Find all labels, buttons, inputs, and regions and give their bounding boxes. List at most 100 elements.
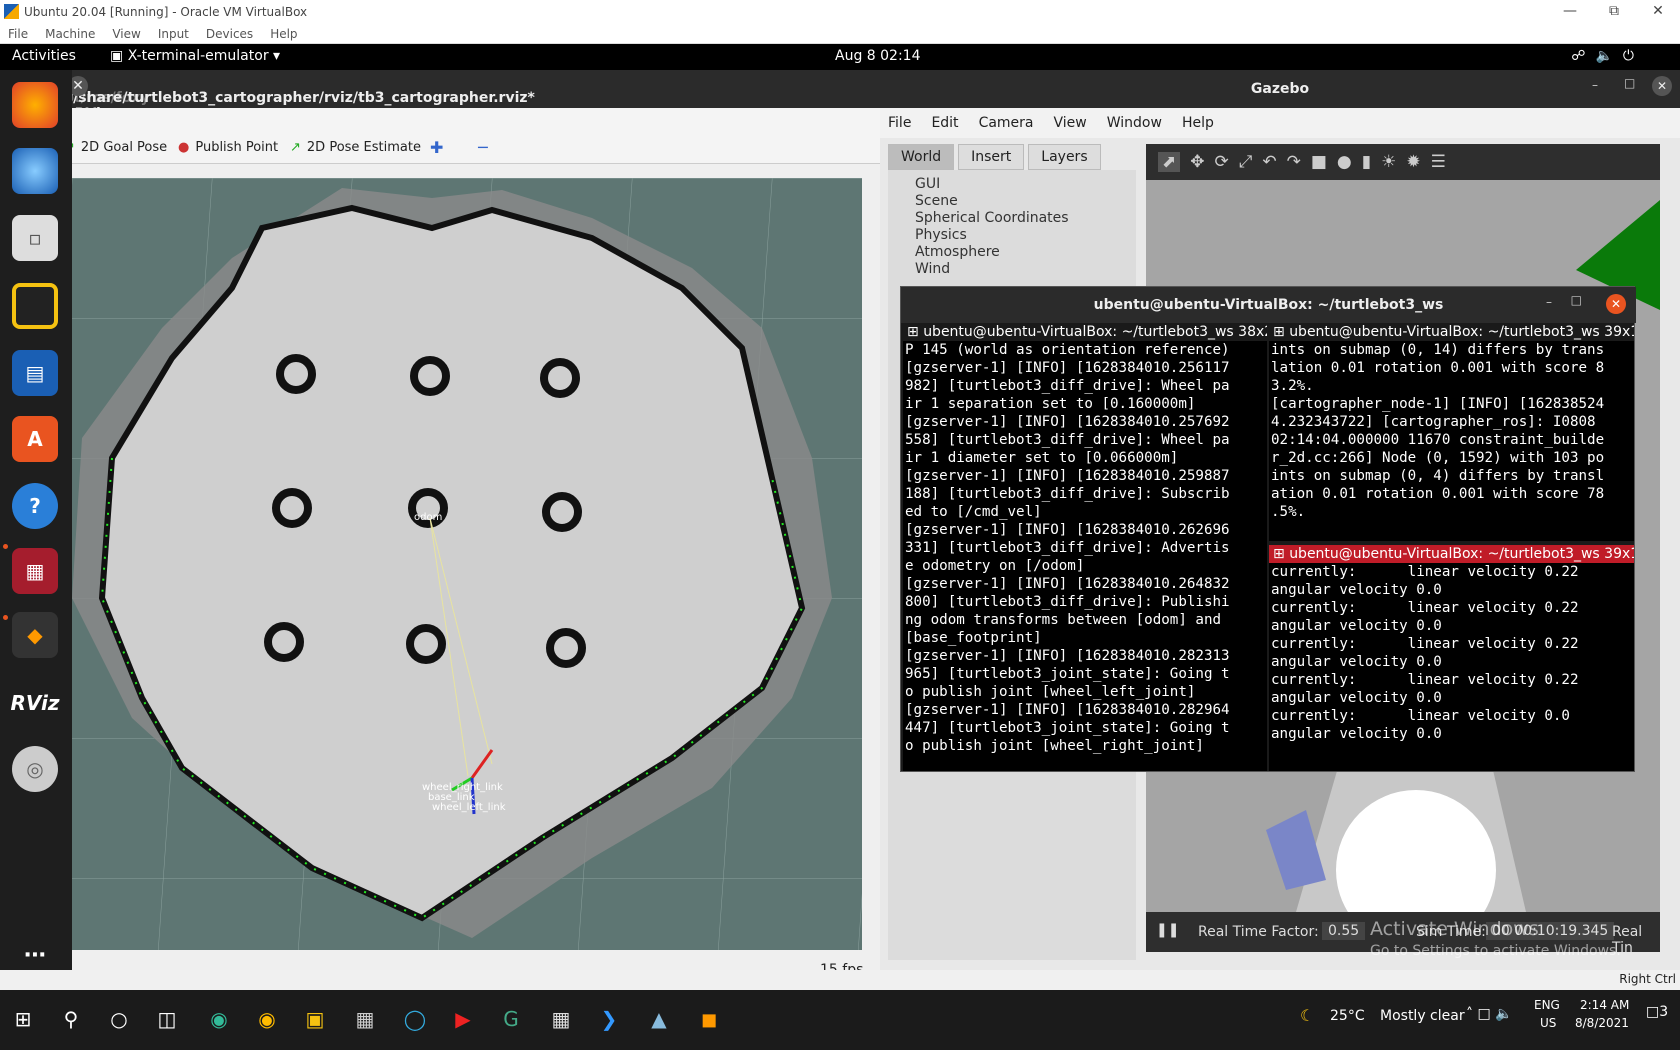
- gz-menu-window[interactable]: Window: [1107, 115, 1162, 131]
- vb-menu-devices[interactable]: Devices: [206, 27, 253, 41]
- clock[interactable]: Aug 8 02:14: [835, 48, 921, 64]
- app-menu[interactable]: ▣ X-terminal-emulator ▾: [110, 48, 280, 64]
- edge-icon[interactable]: ◉: [204, 1004, 234, 1034]
- tab-world[interactable]: World: [888, 144, 955, 170]
- weather-desc[interactable]: Mostly clear: [1380, 1008, 1465, 1024]
- system-tray[interactable]: ☍🔈⏻: [1571, 48, 1644, 64]
- notifications-button[interactable]: □3: [1646, 1004, 1668, 1020]
- pose-estimate-tool[interactable]: ↗ 2D Pose Estimate: [290, 140, 421, 155]
- close-icon[interactable]: ✕: [1636, 0, 1680, 24]
- terminal-maximize-icon[interactable]: □: [1571, 293, 1582, 307]
- translate-tool-icon[interactable]: ✥: [1190, 152, 1204, 172]
- spot-light-icon[interactable]: ☰: [1431, 152, 1446, 172]
- rviz-maximize-icon[interactable]: □: [68, 77, 842, 93]
- disc-icon[interactable]: ◎: [12, 746, 58, 792]
- gazebo-maximize-icon[interactable]: □: [1624, 76, 1635, 90]
- terminal-close-icon[interactable]: ✕: [1606, 294, 1626, 314]
- restore-icon[interactable]: ⧉: [1592, 0, 1636, 24]
- weather-temp[interactable]: 25°C: [1330, 1008, 1365, 1024]
- vb-menu-file[interactable]: File: [8, 27, 28, 41]
- watermark-subtitle: Go to Settings to activate Windows.: [1370, 943, 1621, 959]
- point-light-icon[interactable]: ✹: [1406, 152, 1420, 172]
- gz-menu-edit[interactable]: Edit: [931, 115, 958, 131]
- cylinder-shape-icon[interactable]: ▮: [1362, 152, 1371, 172]
- minimize-icon[interactable]: —: [1548, 0, 1592, 24]
- world-item-gui[interactable]: GUI: [888, 176, 1136, 193]
- box-shape-icon[interactable]: ■: [1311, 152, 1327, 172]
- alexa-icon[interactable]: ◯: [400, 1004, 430, 1034]
- rotate-tool-icon[interactable]: ⟳: [1215, 152, 1229, 172]
- world-item-spherical[interactable]: Spherical Coordinates: [888, 210, 1136, 227]
- vb-menu-machine[interactable]: Machine: [45, 27, 95, 41]
- add-tool-button[interactable]: ✚: [430, 138, 443, 157]
- thunderbird-icon[interactable]: [12, 148, 58, 194]
- store-icon[interactable]: ▦: [350, 1004, 380, 1034]
- terminal-line: currently: linear velocity 0.0: [1271, 708, 1570, 724]
- search-icon[interactable]: ⚲: [56, 1004, 86, 1034]
- writer-icon[interactable]: ▤: [12, 350, 58, 396]
- gazebo-tabs: World Insert Layers: [888, 144, 1101, 170]
- tray-icons[interactable]: ˄ □ 🔈: [1466, 1006, 1513, 1022]
- rtf-value: 0.55: [1322, 922, 1366, 940]
- google-icon[interactable]: G: [496, 1004, 526, 1034]
- tab-layers[interactable]: Layers: [1028, 144, 1101, 170]
- powershell-icon[interactable]: ❯: [594, 1004, 624, 1034]
- world-item-wind[interactable]: Wind: [888, 261, 1136, 278]
- firefox-icon[interactable]: [12, 82, 58, 128]
- taskbar-time[interactable]: 2:14 AM: [1580, 998, 1629, 1012]
- vb-menu-input[interactable]: Input: [158, 27, 189, 41]
- gz-menu-file[interactable]: File: [888, 115, 911, 131]
- virtualbox-taskbar-icon[interactable]: ▲: [644, 1004, 674, 1034]
- rviz-icon[interactable]: RViz: [10, 680, 59, 726]
- terminal-line: ir 1 separation set to [0.160000m]: [905, 396, 1196, 412]
- sphere-shape-icon[interactable]: ●: [1337, 152, 1352, 172]
- gazebo-icon[interactable]: ◆: [12, 612, 58, 658]
- cortana-icon[interactable]: ○: [104, 1004, 134, 1034]
- pause-icon[interactable]: ❚❚: [1156, 922, 1179, 938]
- scale-tool-icon[interactable]: ⤢: [1239, 152, 1253, 172]
- remove-tool-button[interactable]: ─: [478, 138, 488, 157]
- top-right-terminal-pane[interactable]: ints on submap (0, 14) differs by trans l…: [1269, 341, 1634, 541]
- terminal-minimize-icon[interactable]: –: [1546, 295, 1552, 309]
- undo-icon[interactable]: ↶: [1262, 152, 1276, 172]
- vb-menu-help[interactable]: Help: [270, 27, 297, 41]
- windows-start-icon[interactable]: ⊞: [8, 1004, 38, 1034]
- bottom-right-terminal-pane[interactable]: currently: linear velocity 0.22 angular v…: [1269, 563, 1634, 771]
- virtualbox-vm-icon[interactable]: ◼: [694, 1004, 724, 1034]
- language-code[interactable]: ENG: [1534, 998, 1560, 1012]
- left-terminal-pane[interactable]: P 145 (world as orientation reference) [g…: [903, 341, 1267, 771]
- region-code[interactable]: US: [1540, 1016, 1556, 1030]
- help-icon[interactable]: ?: [12, 483, 58, 529]
- file-explorer-icon[interactable]: ▣: [300, 1004, 330, 1034]
- gz-menu-help[interactable]: Help: [1182, 115, 1214, 131]
- gazebo-close-icon[interactable]: ✕: [1652, 76, 1672, 96]
- publish-point-tool[interactable]: ● Publish Point: [178, 140, 278, 155]
- world-item-physics[interactable]: Physics: [888, 227, 1136, 244]
- taskbar-date[interactable]: 8/8/2021: [1575, 1016, 1629, 1030]
- redo-icon[interactable]: ↷: [1287, 152, 1301, 172]
- software-icon[interactable]: A: [12, 416, 58, 462]
- goal-pose-tool[interactable]: ↗2D Goal Pose: [64, 140, 167, 155]
- terminal-line: [cartographer_node-1] [INFO] [162838524: [1271, 396, 1605, 412]
- activities-button[interactable]: Activities: [12, 48, 76, 64]
- rhythmbox-icon[interactable]: [12, 283, 58, 329]
- select-tool-icon[interactable]: ⬈: [1158, 152, 1181, 172]
- world-item-scene[interactable]: Scene: [888, 193, 1136, 210]
- terminator-icon[interactable]: ▦: [12, 548, 58, 594]
- files-icon[interactable]: ▫: [12, 215, 58, 261]
- vb-menu-view[interactable]: View: [112, 27, 140, 41]
- gz-menu-camera[interactable]: Camera: [979, 115, 1034, 131]
- rviz-3d-view[interactable]: odom wheel_right_link base_link wheel_le…: [72, 178, 862, 950]
- tab-insert[interactable]: Insert: [958, 144, 1025, 170]
- chrome-icon[interactable]: ◉: [252, 1004, 282, 1034]
- sun-light-icon[interactable]: ☀: [1381, 152, 1396, 172]
- gazebo-titlebar: Gazebo: [880, 70, 1680, 108]
- virtualbox-menubar: File Machine View Input Devices Help: [0, 24, 1680, 44]
- gz-menu-view[interactable]: View: [1054, 115, 1087, 131]
- task-view-icon[interactable]: ◫: [152, 1004, 182, 1034]
- world-item-atmosphere[interactable]: Atmosphere: [888, 244, 1136, 261]
- gazebo-minimize-icon[interactable]: –: [1592, 78, 1598, 92]
- youtube-icon[interactable]: ▶: [448, 1004, 478, 1034]
- calculator-icon[interactable]: ▦: [546, 1004, 576, 1034]
- chevron-up-icon: ˄: [1466, 1006, 1478, 1022]
